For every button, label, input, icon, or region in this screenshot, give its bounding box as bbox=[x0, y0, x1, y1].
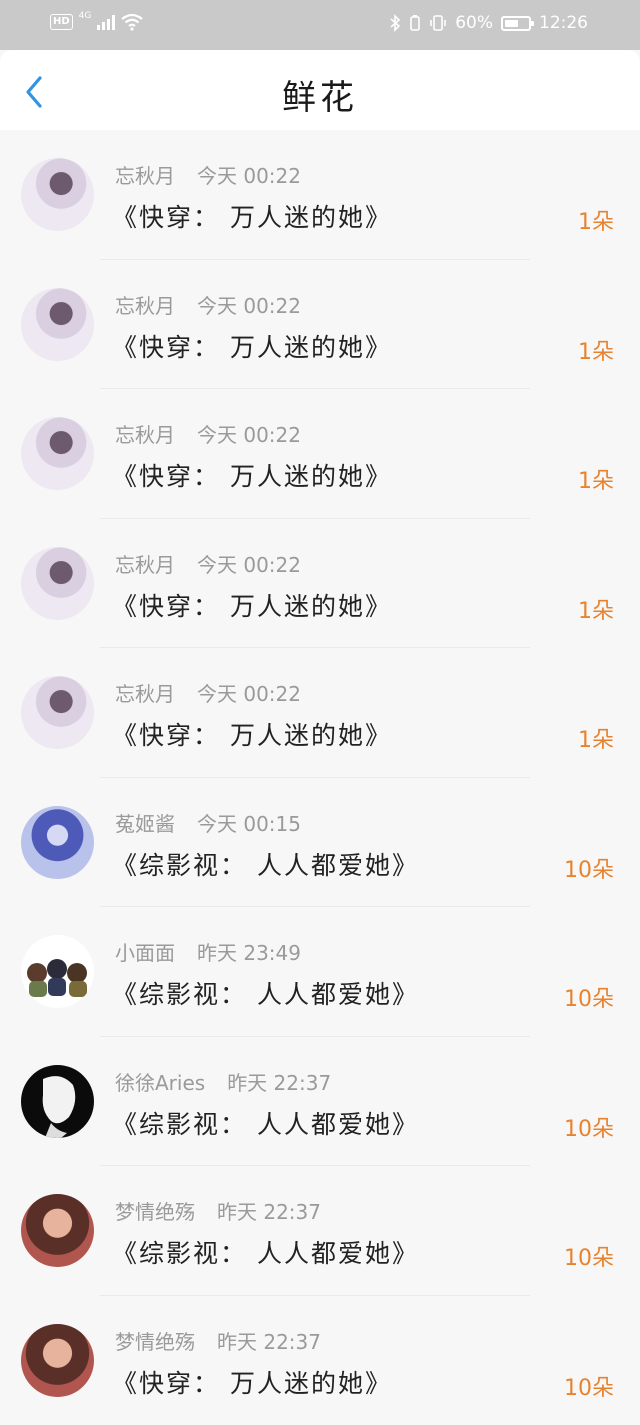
list-item[interactable]: 忘秋月今天 00:22 《快穿： 万人迷的她》 1朵 bbox=[0, 260, 640, 390]
timestamp: 今天 00:22 bbox=[197, 294, 301, 318]
bluetooth-icon bbox=[389, 14, 401, 32]
record-meta: 菟姬酱今天 00:15 bbox=[115, 808, 301, 837]
status-bar: HD 4G 60% 12:26 bbox=[0, 0, 640, 50]
page-title: 鲜花 bbox=[0, 70, 640, 119]
timestamp: 今天 00:15 bbox=[197, 812, 301, 836]
hd-badge: HD bbox=[50, 14, 73, 30]
timestamp: 今天 00:22 bbox=[197, 164, 301, 188]
book-title[interactable]: 《快穿： 万人迷的她》 bbox=[112, 716, 392, 752]
timestamp: 昨天 23:49 bbox=[197, 941, 301, 965]
status-right: 60% 12:26 bbox=[389, 13, 588, 33]
record-meta: 梦情绝殇昨天 22:37 bbox=[115, 1326, 321, 1355]
wifi-icon bbox=[121, 13, 143, 31]
avatar[interactable] bbox=[21, 1065, 94, 1138]
book-title[interactable]: 《综影视： 人人都爱她》 bbox=[112, 975, 419, 1011]
record-meta: 梦情绝殇昨天 22:37 bbox=[115, 1196, 321, 1225]
book-title[interactable]: 《快穿： 万人迷的她》 bbox=[112, 328, 392, 364]
clock: 12:26 bbox=[539, 13, 588, 33]
username[interactable]: 忘秋月 bbox=[115, 294, 175, 318]
flower-count: 1朵 bbox=[578, 334, 614, 366]
avatar-illustration bbox=[21, 1065, 94, 1138]
flower-count: 10朵 bbox=[564, 1240, 614, 1272]
timestamp: 昨天 22:37 bbox=[217, 1200, 321, 1224]
signal-icon bbox=[97, 14, 115, 30]
battery-icon bbox=[501, 16, 531, 31]
battery-percent: 60% bbox=[455, 13, 493, 33]
avatar[interactable] bbox=[21, 417, 94, 490]
vibrate-icon bbox=[429, 14, 447, 32]
record-meta: 忘秋月今天 00:22 bbox=[115, 160, 301, 189]
record-meta: 忘秋月今天 00:22 bbox=[115, 290, 301, 319]
avatar[interactable] bbox=[21, 806, 94, 879]
book-title[interactable]: 《快穿： 万人迷的她》 bbox=[112, 587, 392, 623]
timestamp: 今天 00:22 bbox=[197, 682, 301, 706]
username[interactable]: 梦情绝殇 bbox=[115, 1330, 195, 1354]
username[interactable]: 忘秋月 bbox=[115, 164, 175, 188]
list-item[interactable]: 忘秋月今天 00:22 《快穿： 万人迷的她》 1朵 bbox=[0, 519, 640, 649]
avatar[interactable] bbox=[21, 288, 94, 361]
flower-count: 10朵 bbox=[564, 981, 614, 1013]
list-item[interactable]: 徐徐Aries 昨天 22:37 《综影视： 人人都爱她》 10朵 bbox=[0, 1037, 640, 1167]
book-title[interactable]: 《快穿： 万人迷的她》 bbox=[112, 457, 392, 493]
flower-count: 1朵 bbox=[578, 593, 614, 625]
list-item[interactable]: 梦情绝殇昨天 22:37 《快穿： 万人迷的她》 10朵 bbox=[0, 1296, 640, 1425]
list-item[interactable]: 忘秋月今天 00:22 《快穿： 万人迷的她》 1朵 bbox=[0, 389, 640, 519]
book-title[interactable]: 《综影视： 人人都爱她》 bbox=[112, 846, 419, 882]
avatar[interactable] bbox=[21, 676, 94, 749]
username[interactable]: 忘秋月 bbox=[115, 423, 175, 447]
record-meta: 忘秋月今天 00:22 bbox=[115, 419, 301, 448]
username[interactable]: 小面面 bbox=[115, 941, 175, 965]
timestamp: 昨天 22:37 bbox=[217, 1330, 321, 1354]
list-item[interactable]: 菟姬酱今天 00:15 《综影视： 人人都爱她》 10朵 bbox=[0, 778, 640, 908]
timestamp: 今天 00:22 bbox=[197, 553, 301, 577]
battery-fill bbox=[505, 20, 518, 27]
record-meta: 徐徐Aries 昨天 22:37 bbox=[115, 1067, 331, 1096]
record-meta: 忘秋月今天 00:22 bbox=[115, 678, 301, 707]
nav-bar: 鲜花 bbox=[0, 50, 640, 130]
flower-count: 1朵 bbox=[578, 722, 614, 754]
record-meta: 小面面昨天 23:49 bbox=[115, 937, 301, 966]
list-item[interactable]: 忘秋月今天 00:22 《快穿： 万人迷的她》 1朵 bbox=[0, 648, 640, 778]
book-title[interactable]: 《综影视： 人人都爱她》 bbox=[112, 1234, 419, 1270]
avatar-illustration bbox=[21, 935, 94, 1008]
username[interactable]: 徐徐Aries bbox=[115, 1071, 205, 1095]
network-type: 4G bbox=[79, 11, 92, 21]
username[interactable]: 菟姬酱 bbox=[115, 812, 175, 836]
battery-saver-icon bbox=[409, 14, 421, 32]
flower-count: 10朵 bbox=[564, 1370, 614, 1402]
timestamp: 昨天 22:37 bbox=[227, 1071, 331, 1095]
flower-count: 1朵 bbox=[578, 463, 614, 495]
flower-count: 1朵 bbox=[578, 204, 614, 236]
list-item[interactable]: 梦情绝殇昨天 22:37 《综影视： 人人都爱她》 10朵 bbox=[0, 1166, 640, 1296]
flower-count: 10朵 bbox=[564, 852, 614, 884]
username[interactable]: 梦情绝殇 bbox=[115, 1200, 195, 1224]
list-item[interactable]: 忘秋月今天 00:22 《快穿： 万人迷的她》 1朵 bbox=[0, 130, 640, 260]
book-title[interactable]: 《快穿： 万人迷的她》 bbox=[112, 198, 392, 234]
avatar[interactable] bbox=[21, 1194, 94, 1267]
username[interactable]: 忘秋月 bbox=[115, 682, 175, 706]
list-item[interactable]: 小面面昨天 23:49 《综影视： 人人都爱她》 10朵 bbox=[0, 907, 640, 1037]
avatar[interactable] bbox=[21, 547, 94, 620]
flower-count: 10朵 bbox=[564, 1111, 614, 1143]
avatar[interactable] bbox=[21, 1324, 94, 1397]
book-title[interactable]: 《综影视： 人人都爱她》 bbox=[112, 1105, 419, 1141]
record-meta: 忘秋月今天 00:22 bbox=[115, 549, 301, 578]
status-left: HD 4G bbox=[50, 13, 143, 31]
book-title[interactable]: 《快穿： 万人迷的她》 bbox=[112, 1364, 392, 1400]
username[interactable]: 忘秋月 bbox=[115, 553, 175, 577]
flower-record-list: 忘秋月今天 00:22 《快穿： 万人迷的她》 1朵 忘秋月今天 00:22 《… bbox=[0, 130, 640, 1425]
avatar[interactable] bbox=[21, 158, 94, 231]
timestamp: 今天 00:22 bbox=[197, 423, 301, 447]
avatar[interactable] bbox=[21, 935, 94, 1008]
